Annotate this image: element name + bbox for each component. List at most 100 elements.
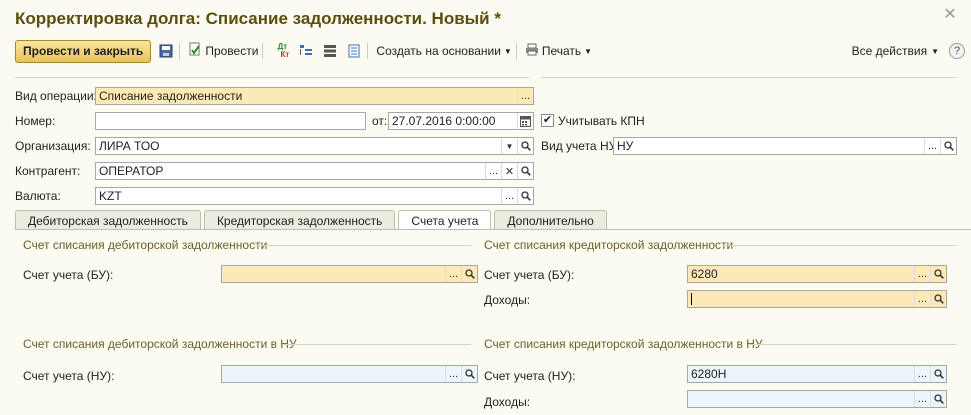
toolbar-separator bbox=[262, 43, 264, 59]
currency-field[interactable]: KZT ... bbox=[95, 187, 534, 205]
create-based-on-label: Создать на основании bbox=[376, 44, 501, 58]
group-divider bbox=[255, 245, 471, 246]
number-input[interactable] bbox=[95, 112, 366, 130]
deb-bu-label: Счет учета (БУ): bbox=[23, 268, 114, 282]
tax-type-value: НУ bbox=[617, 139, 634, 153]
group-title: Счет списания кредиторской задолженности bbox=[484, 238, 734, 252]
cred-nu-income-field[interactable]: ... bbox=[687, 390, 947, 408]
print-button[interactable]: Печать ▼ bbox=[525, 43, 592, 59]
select-button[interactable]: ... bbox=[914, 366, 930, 382]
toolbar: Провести и закрыть Провести Дт Кт Создат… bbox=[15, 38, 965, 64]
cred-bu-value: 6280 bbox=[691, 267, 718, 281]
organization-field[interactable]: ЛИРА ТОО ▼ bbox=[95, 137, 534, 155]
clear-icon[interactable]: ✕ bbox=[501, 163, 517, 179]
cred-income-field[interactable]: ... bbox=[687, 290, 947, 308]
select-button[interactable]: ... bbox=[517, 88, 533, 104]
select-button[interactable]: ... bbox=[914, 291, 930, 307]
cred-income-label: Доходы: bbox=[484, 293, 531, 307]
tab-accounts[interactable]: Счета учета bbox=[398, 210, 492, 231]
save-icon[interactable] bbox=[157, 42, 175, 60]
deb-nu-field[interactable]: ... bbox=[221, 365, 478, 383]
toolbar-separator bbox=[179, 43, 181, 59]
select-button[interactable]: ... bbox=[914, 266, 930, 282]
create-based-on-button[interactable]: Создать на основании ▼ bbox=[376, 44, 511, 58]
kt-label: Кт bbox=[280, 50, 290, 59]
date-label: от: bbox=[372, 114, 388, 128]
counterparty-field[interactable]: ОПЕРАТОР ... ✕ bbox=[95, 162, 534, 180]
select-button[interactable]: ... bbox=[501, 188, 517, 204]
search-icon[interactable] bbox=[517, 138, 533, 154]
counterparty-value: ОПЕРАТОР bbox=[99, 164, 164, 178]
all-actions-label: Все действия bbox=[851, 44, 928, 58]
cred-bu-label: Счет учета (БУ): bbox=[484, 268, 575, 282]
search-icon[interactable] bbox=[461, 266, 477, 282]
select-button[interactable]: ... bbox=[914, 391, 930, 407]
group-divider bbox=[749, 344, 957, 345]
select-button[interactable]: ... bbox=[924, 138, 940, 154]
group-title: Счет списания дебиторской задолженности bbox=[23, 238, 268, 252]
report-icon[interactable] bbox=[345, 42, 363, 60]
cred-nu-value: 6280Н bbox=[691, 367, 727, 381]
dropdown-icon[interactable]: ▼ bbox=[501, 138, 517, 154]
toolbar-separator bbox=[367, 43, 369, 59]
calendar-icon[interactable] bbox=[517, 113, 533, 129]
header-divider bbox=[541, 77, 957, 78]
select-button[interactable]: ... bbox=[445, 366, 461, 382]
counterparty-label: Контрагент: bbox=[15, 164, 81, 178]
header-divider bbox=[15, 77, 529, 78]
structure-icon[interactable] bbox=[297, 42, 315, 60]
kpn-checkbox[interactable]: ✔ bbox=[541, 114, 554, 127]
kpn-label: Учитывать КПН bbox=[558, 114, 645, 128]
search-icon[interactable] bbox=[461, 366, 477, 382]
organization-label: Организация: bbox=[15, 139, 91, 153]
search-icon[interactable] bbox=[517, 188, 533, 204]
deb-nu-label: Счет учета (НУ): bbox=[23, 369, 115, 383]
tab-bar: Дебиторская задолженность Кредиторская з… bbox=[15, 210, 610, 231]
post-icon bbox=[188, 42, 202, 60]
chevron-down-icon: ▼ bbox=[931, 46, 939, 56]
help-icon[interactable]: ? bbox=[949, 43, 965, 59]
select-button[interactable]: ... bbox=[445, 266, 461, 282]
group-divider bbox=[283, 344, 471, 345]
currency-value: KZT bbox=[99, 189, 122, 203]
close-icon[interactable]: ✕ bbox=[941, 6, 959, 24]
search-icon[interactable] bbox=[930, 291, 946, 307]
search-icon[interactable] bbox=[930, 366, 946, 382]
tab-payables[interactable]: Кредиторская задолженность bbox=[203, 210, 396, 230]
page-title: Корректировка долга: Списание задолженно… bbox=[15, 9, 501, 28]
tab-panel-accounts: Счет списания дебиторской задолженности … bbox=[15, 229, 971, 415]
all-actions-button[interactable]: Все действия ▼ bbox=[852, 44, 939, 58]
cred-bu-field[interactable]: 6280 ... bbox=[687, 265, 947, 283]
date-input[interactable]: 27.07.2016 0:00:00 bbox=[388, 112, 534, 130]
cred-nu-label: Счет учета (НУ): bbox=[484, 369, 576, 383]
group-title: Счет списания дебиторской задолженности … bbox=[23, 337, 297, 351]
date-value: 27.07.2016 0:00:00 bbox=[392, 114, 496, 128]
print-label: Печать bbox=[541, 44, 582, 58]
number-label: Номер: bbox=[15, 114, 56, 128]
operation-value: Списание задолженности bbox=[99, 89, 243, 103]
tax-type-label: Вид учета НУ: bbox=[541, 139, 620, 153]
tab-receivables[interactable]: Дебиторская задолженность bbox=[15, 210, 201, 230]
select-button[interactable]: ... bbox=[485, 163, 501, 179]
post-button-label: Провести bbox=[205, 44, 259, 58]
list-icon[interactable] bbox=[321, 42, 339, 60]
operation-field[interactable]: Списание задолженности ... bbox=[95, 87, 534, 105]
chevron-down-icon: ▼ bbox=[503, 46, 512, 56]
search-icon[interactable] bbox=[940, 138, 956, 154]
post-and-close-button[interactable]: Провести и закрыть bbox=[15, 39, 152, 63]
search-icon[interactable] bbox=[930, 391, 946, 407]
currency-label: Валюта: bbox=[15, 189, 61, 203]
cred-nu-field[interactable]: 6280Н ... bbox=[687, 365, 947, 383]
group-divider bbox=[723, 245, 957, 246]
tab-additional[interactable]: Дополнительно bbox=[494, 210, 607, 230]
search-icon[interactable] bbox=[517, 163, 533, 179]
cred-nu-income-label: Доходы: bbox=[484, 395, 531, 409]
tax-type-field[interactable]: НУ ... bbox=[613, 137, 957, 155]
deb-bu-field[interactable]: ... bbox=[221, 265, 478, 283]
post-button[interactable]: Провести bbox=[188, 42, 258, 60]
chevron-down-icon: ▼ bbox=[584, 46, 593, 56]
cred-income-value bbox=[691, 293, 914, 305]
dt-kt-icon[interactable]: Дт Кт bbox=[273, 42, 291, 60]
search-icon[interactable] bbox=[930, 266, 946, 282]
printer-icon bbox=[525, 43, 539, 59]
